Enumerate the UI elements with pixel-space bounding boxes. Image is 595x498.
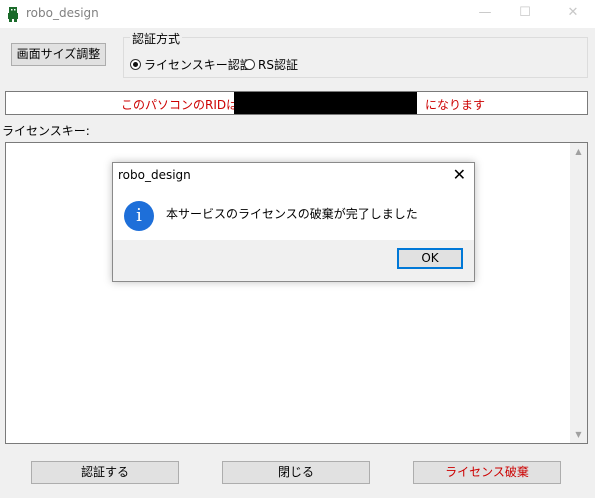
- dialog-message: 本サービスのライセンスの破棄が完了しました: [166, 207, 418, 221]
- radio-selected-indicator[interactable]: [130, 59, 141, 70]
- info-icon: i: [124, 201, 154, 231]
- radio-license-key[interactable]: ライセンスキー認証: [130, 56, 252, 73]
- dialog-close-icon[interactable]: ✕: [453, 165, 466, 184]
- radio-unselected-indicator[interactable]: [244, 59, 255, 70]
- auth-method-title: 認証方式: [130, 30, 183, 47]
- resize-screen-button[interactable]: 画面サイズ調整: [11, 43, 106, 66]
- authenticate-button[interactable]: 認証する: [31, 461, 179, 484]
- dialog-footer: OK: [113, 240, 474, 281]
- dialog-title: robo_design: [118, 168, 191, 182]
- robot-app-icon: [8, 7, 18, 22]
- rid-suffix-text: になります: [425, 98, 486, 112]
- radio-rs-label: RS認証: [258, 58, 298, 72]
- radio-rs[interactable]: RS認証: [244, 56, 298, 73]
- close-window-button[interactable]: ✕: [558, 0, 588, 28]
- scroll-down-arrow-icon[interactable]: ▼: [570, 426, 587, 443]
- message-dialog: robo_design ✕ i 本サービスのライセンスの破棄が完了しました OK: [112, 162, 475, 282]
- destroy-license-button[interactable]: ライセンス破棄: [413, 461, 561, 484]
- window-title: robo_design: [26, 6, 99, 20]
- vertical-scrollbar[interactable]: ▲ ▼: [570, 143, 587, 443]
- maximize-button[interactable]: ☐: [510, 0, 540, 28]
- ok-button[interactable]: OK: [397, 248, 463, 269]
- close-button[interactable]: 閉じる: [222, 461, 370, 484]
- radio-license-key-label: ライセンスキー認証: [144, 58, 252, 72]
- rid-prefix-text: このパソコンのRIDは: [121, 98, 239, 112]
- rid-value-redacted: [234, 92, 417, 114]
- rid-display: このパソコンのRIDは になります: [5, 91, 588, 115]
- title-bar: robo_design — ☐ ✕: [0, 0, 595, 28]
- minimize-button[interactable]: —: [470, 0, 500, 28]
- scroll-up-arrow-icon[interactable]: ▲: [570, 143, 587, 160]
- license-key-label: ライセンスキー:: [2, 124, 90, 138]
